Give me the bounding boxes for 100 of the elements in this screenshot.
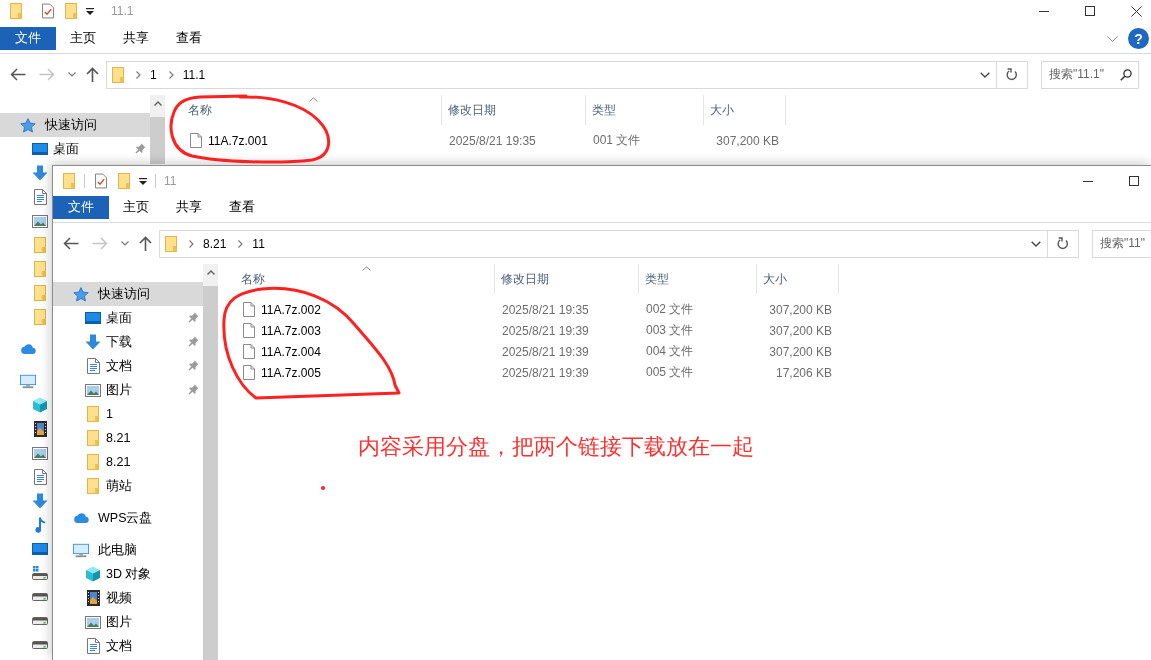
file-menu-button[interactable]: 文件 bbox=[53, 196, 109, 219]
dropdown-arrow-icon[interactable] bbox=[139, 177, 147, 185]
address-bar[interactable]: 8.21 11 bbox=[159, 229, 1048, 258]
minimize-icon[interactable] bbox=[1039, 10, 1049, 12]
search-field[interactable]: 搜索"11" bbox=[1092, 229, 1151, 258]
column-header[interactable]: 名称 bbox=[218, 264, 495, 294]
window-title: 11 bbox=[164, 174, 177, 188]
refresh-icon bbox=[1057, 237, 1069, 250]
nav-item[interactable]: 视频 bbox=[53, 586, 203, 610]
maximize-icon[interactable] bbox=[1085, 6, 1095, 16]
scrollbar-thumb[interactable] bbox=[150, 117, 165, 164]
column-header[interactable]: 修改日期 bbox=[495, 264, 639, 294]
nav-item[interactable]: 图片 bbox=[53, 378, 203, 402]
dropdown-arrow-icon[interactable] bbox=[86, 7, 94, 15]
file-size: 307,200 KB bbox=[768, 323, 833, 338]
scroll-up-icon[interactable] bbox=[206, 270, 215, 275]
file-size: 307,200 KB bbox=[768, 302, 833, 317]
ribbon-tab[interactable]: 主页 bbox=[109, 196, 162, 219]
file-name[interactable]: 11A.7z.003 bbox=[261, 323, 321, 338]
help-button[interactable]: ? bbox=[1128, 28, 1149, 49]
column-header[interactable]: 名称 bbox=[165, 95, 442, 125]
ribbon-tab[interactable]: 主页 bbox=[56, 27, 109, 50]
nav-item[interactable]: 下载 bbox=[53, 330, 203, 354]
chevron-down-icon[interactable] bbox=[68, 72, 76, 77]
file-name[interactable]: 11A.7z.004 bbox=[261, 344, 321, 359]
column-header[interactable]: 大小 bbox=[757, 264, 839, 294]
nav-item[interactable]: 此电脑 bbox=[53, 538, 203, 562]
checked-page-icon[interactable] bbox=[95, 173, 107, 189]
pin-icon[interactable] bbox=[135, 143, 146, 154]
search-icon[interactable] bbox=[1120, 68, 1132, 81]
nav-item[interactable]: 文档 bbox=[53, 634, 203, 658]
chevron-down-icon[interactable] bbox=[121, 241, 129, 246]
column-header[interactable]: 类型 bbox=[639, 264, 757, 294]
search-field[interactable]: 搜索"11.1" bbox=[1041, 60, 1139, 89]
pin-icon[interactable] bbox=[188, 336, 199, 347]
pin-icon[interactable] bbox=[188, 360, 199, 371]
chevron-down-icon[interactable] bbox=[1031, 240, 1041, 247]
folder-icon bbox=[87, 478, 99, 494]
folder-icon bbox=[87, 406, 99, 422]
nav-item[interactable]: 8.21 bbox=[53, 426, 203, 450]
nav-item[interactable]: 桌面 bbox=[53, 306, 203, 330]
close-icon[interactable] bbox=[1130, 5, 1142, 17]
music-note-icon bbox=[34, 517, 46, 533]
nav-item[interactable]: 萌站 bbox=[53, 474, 203, 498]
picture-icon bbox=[85, 615, 101, 629]
breadcrumb-item[interactable]: 11.1 bbox=[182, 67, 206, 82]
nav-item[interactable]: 快速访问 bbox=[0, 113, 150, 137]
up-arrow-icon[interactable] bbox=[86, 67, 99, 82]
file-icon bbox=[243, 302, 255, 317]
chevron-down-icon[interactable] bbox=[980, 71, 990, 78]
file-name[interactable]: 11A.7z.001 bbox=[208, 133, 268, 148]
nav-item[interactable]: 文档 bbox=[53, 354, 203, 378]
chevron-right-icon[interactable] bbox=[189, 239, 194, 248]
refresh-button[interactable] bbox=[1048, 229, 1079, 258]
column-header[interactable]: 类型 bbox=[586, 95, 704, 125]
nav-item[interactable]: 快速访问 bbox=[53, 282, 203, 306]
ribbon-tab[interactable]: 共享 bbox=[109, 27, 162, 50]
checked-page-icon[interactable] bbox=[42, 3, 54, 19]
pin-icon[interactable] bbox=[188, 312, 199, 323]
file-name[interactable]: 11A.7z.002 bbox=[261, 302, 321, 317]
nav-item[interactable]: 3D 对象 bbox=[53, 562, 203, 586]
back-arrow-icon[interactable] bbox=[63, 237, 79, 250]
back-arrow-icon[interactable] bbox=[10, 68, 26, 81]
breadcrumb-item[interactable]: 1 bbox=[150, 67, 157, 82]
ribbon-tab[interactable]: 查看 bbox=[162, 27, 215, 50]
pin-icon[interactable] bbox=[188, 384, 199, 395]
column-header[interactable]: 修改日期 bbox=[442, 95, 586, 125]
chevron-right-icon[interactable] bbox=[136, 70, 141, 79]
breadcrumb-item[interactable]: 11 bbox=[252, 236, 265, 251]
file-icon bbox=[243, 323, 255, 338]
file-menu-button[interactable]: 文件 bbox=[0, 27, 56, 50]
column-header[interactable]: 大小 bbox=[704, 95, 786, 125]
nav-item[interactable]: 8.21 bbox=[53, 450, 203, 474]
breadcrumb-item[interactable]: 8.21 bbox=[203, 236, 227, 251]
minimize-icon[interactable] bbox=[1083, 180, 1093, 182]
star-icon bbox=[73, 286, 89, 302]
nav-item[interactable]: 图片 bbox=[53, 610, 203, 634]
drive-icon bbox=[32, 566, 48, 580]
nav-item[interactable]: 桌面 bbox=[0, 137, 150, 161]
chevron-right-icon[interactable] bbox=[168, 70, 174, 79]
document-icon bbox=[33, 189, 47, 205]
file-icon bbox=[243, 365, 255, 380]
modified-date: 2025/8/21 19:39 bbox=[501, 344, 590, 359]
nav-item[interactable]: WPS云盘 bbox=[53, 506, 203, 530]
nav-item[interactable]: 1 bbox=[53, 402, 203, 426]
up-arrow-icon[interactable] bbox=[139, 236, 152, 251]
down-arrow-icon bbox=[85, 334, 101, 350]
ribbon-tab[interactable]: 查看 bbox=[215, 196, 268, 219]
scrollbar[interactable] bbox=[150, 95, 165, 164]
refresh-button[interactable] bbox=[997, 60, 1028, 89]
ribbon-tab[interactable]: 共享 bbox=[162, 196, 215, 219]
chevron-right-icon[interactable] bbox=[238, 239, 244, 248]
file-type: 003 文件 bbox=[645, 322, 695, 339]
address-bar[interactable]: 1 11.1 bbox=[106, 60, 997, 89]
file-name[interactable]: 11A.7z.005 bbox=[261, 365, 321, 380]
down-arrow-icon bbox=[32, 165, 48, 181]
maximize-icon[interactable] bbox=[1129, 176, 1139, 186]
scroll-up-icon[interactable] bbox=[153, 101, 162, 106]
file-size: 307,200 KB bbox=[768, 344, 833, 359]
film-icon bbox=[33, 421, 47, 437]
